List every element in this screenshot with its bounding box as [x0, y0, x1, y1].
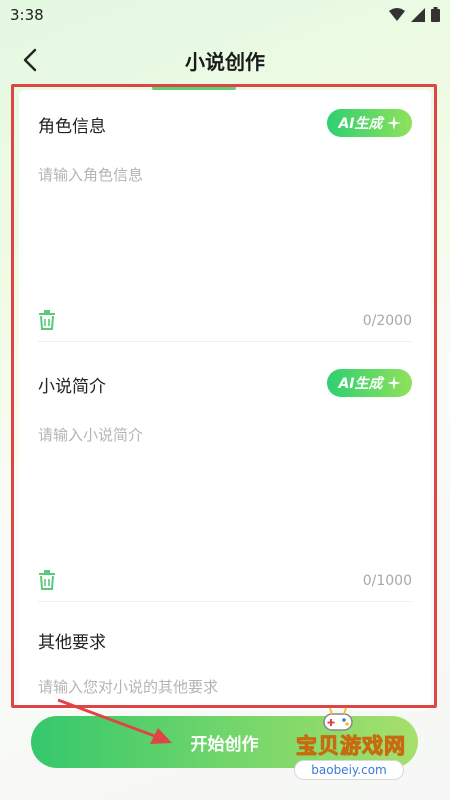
novel-summary-input[interactable]: 请输入小说简介	[38, 424, 412, 554]
sparkle-icon	[386, 116, 401, 130]
ai-generate-button[interactable]: AI生成	[327, 369, 412, 397]
novel-summary-section: 小说简介 AI生成 请输入小说简介 0/1000	[38, 364, 412, 602]
novel-summary-counter: 0/1000	[362, 573, 412, 589]
trash-icon[interactable]	[38, 310, 56, 330]
sparkle-icon	[386, 376, 401, 390]
divider	[38, 341, 412, 342]
character-info-section: 角色信息 AI生成 请输入角色信息 0/2000	[38, 104, 412, 342]
divider	[38, 601, 412, 602]
status-time: 3:38	[10, 6, 44, 24]
watermark: 宝贝游戏网 baobeiy.com	[276, 706, 436, 790]
watermark-url: baobeiy.com	[294, 760, 404, 780]
ai-generate-label: AI生成	[338, 376, 383, 392]
status-bar: 3:38	[0, 0, 450, 32]
page-title: 小说创作	[185, 50, 265, 74]
start-creating-label: 开始创作	[190, 734, 259, 755]
character-info-counter: 0/2000	[362, 313, 412, 329]
battery-icon	[431, 7, 440, 22]
section-title: 角色信息	[38, 117, 106, 137]
status-icons	[389, 7, 440, 22]
ai-generate-button[interactable]: AI生成	[327, 109, 412, 137]
signal-icon	[411, 7, 425, 22]
section-title: 小说简介	[38, 377, 106, 397]
nav-bar: 小说创作	[0, 36, 450, 84]
watermark-text: 宝贝游戏网	[296, 734, 406, 759]
character-info-input[interactable]: 请输入角色信息	[38, 164, 412, 294]
trash-icon[interactable]	[38, 570, 56, 590]
ai-generate-label: AI生成	[338, 116, 383, 132]
section-title: 其他要求	[38, 633, 106, 653]
wifi-icon	[389, 7, 405, 21]
other-requirements-section: 其他要求 请输入您对小说的其他要求	[38, 624, 412, 704]
other-requirements-input[interactable]: 请输入您对小说的其他要求	[38, 676, 412, 700]
